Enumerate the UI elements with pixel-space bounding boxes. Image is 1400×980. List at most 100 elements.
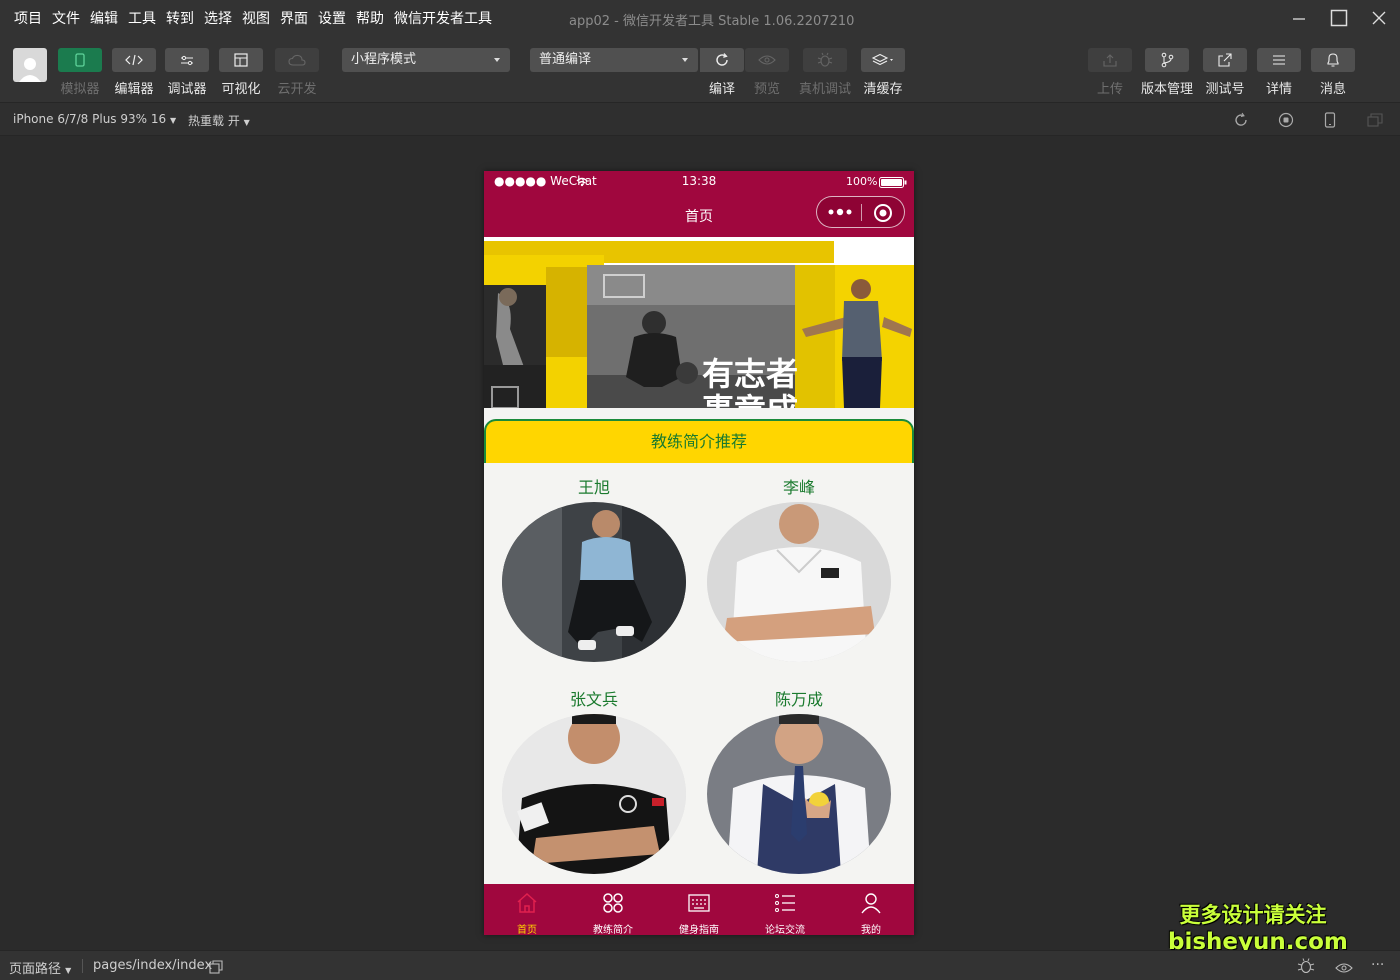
layers-icon [871,53,893,66]
code-icon [125,54,143,66]
tab-fitness-guide[interactable]: 健身指南 [656,884,742,935]
sliders-icon [181,55,193,66]
test-account-action[interactable]: 测试号 [1203,48,1247,100]
mode-select[interactable]: 小程序模式 [342,48,510,72]
coach-photo-graphic [502,502,686,662]
tab-label: 健身指南 [679,925,719,935]
hot-reload-select[interactable]: 热重载 开 ▼ [188,112,250,129]
preview-button[interactable] [745,48,789,72]
device-select[interactable]: iPhone 6/7/8 Plus 93% 16 ▼ [13,112,176,126]
debugger-button[interactable] [165,48,209,72]
simulator-button[interactable] [58,48,102,72]
grid-icon [603,893,623,913]
record-icon [1278,112,1294,128]
simulator-subbar: iPhone 6/7/8 Plus 93% 16 ▼ 热重载 开 ▼ [0,102,1400,136]
real-debug-button[interactable] [803,48,847,72]
capsule-menu [816,196,905,228]
branch-icon [1161,52,1174,68]
coach-name: 张文兵 [569,690,618,709]
clear-cache-button[interactable] [861,48,905,72]
menu-file[interactable]: 文件 [52,8,80,28]
coach-card[interactable]: 张文兵 [502,688,686,874]
menu-project[interactable]: 项目 [14,8,42,28]
close-button[interactable] [1362,4,1396,32]
menu-bar: 项目 文件 编辑 工具 转到 选择 视图 界面 设置 帮助 微信开发者工具 [0,8,502,28]
menu-goto[interactable]: 转到 [166,8,194,28]
mode-select-value: 小程序模式 [351,52,417,67]
coach-photo[interactable] [502,714,686,874]
visual-button[interactable] [219,48,263,72]
chevron-down-icon [494,58,500,62]
detach-window-button[interactable] [1366,111,1384,129]
page-path-select[interactable]: 页面路径 ▼ [9,958,71,977]
upload-action[interactable]: 上传 [1088,48,1132,100]
menu-settings[interactable]: 设置 [318,8,346,28]
version-button[interactable] [1145,48,1189,72]
rotate-icon [1235,112,1247,126]
compile-select[interactable]: 普通编译 [530,48,698,72]
minimize-button[interactable] [1282,4,1316,32]
details-action[interactable]: 详情 [1257,48,1301,100]
details-button[interactable] [1257,48,1301,72]
user-avatar[interactable] [13,48,47,82]
menu-edit[interactable]: 编辑 [90,8,118,28]
banner-image[interactable]: 有志者 事竟成 [484,237,914,408]
banner-slogan-1: 有志者 [702,355,798,393]
more-icon[interactable] [827,207,853,217]
menu-select[interactable]: 选择 [204,8,232,28]
debug-button[interactable] [1297,957,1315,979]
coach-photo[interactable] [502,502,686,662]
test-account-button[interactable] [1203,48,1247,72]
close-target-icon[interactable] [873,203,893,223]
cloud-button[interactable] [275,48,319,72]
preview-action[interactable]: 预览 [745,48,789,100]
hot-reload-value: 热重载 开 [188,114,240,128]
maximize-button[interactable] [1322,4,1356,32]
window-title: app02 - 微信开发者工具 Stable 1.06.2207210 [569,14,855,29]
tab-label: 我的 [861,925,881,935]
phone-nav-bar: 首页 [484,193,914,237]
clear-cache-action[interactable]: 清缓存 [861,48,905,100]
preview-toggle[interactable] [1335,959,1353,978]
compile-button[interactable] [700,48,744,72]
messages-action[interactable]: 消息 [1311,48,1355,100]
menu-interface[interactable]: 界面 [280,8,308,28]
more-icon[interactable]: ··· [1371,957,1384,973]
device-button[interactable] [1321,111,1339,129]
stop-button[interactable] [1277,111,1295,129]
coach-card[interactable]: 陈万成 [707,688,891,874]
editor-toggle[interactable]: 编辑器 [112,48,156,100]
coach-photo[interactable] [707,714,891,874]
coach-photo[interactable] [707,502,891,662]
capsule-divider [861,204,862,221]
upload-button[interactable] [1088,48,1132,72]
toolbar: 模拟器 编辑器 调试器 可视化 云开发 小程序模式 普通编译 编译 预览 真机调… [0,36,1400,102]
menu-view[interactable]: 视图 [242,8,270,28]
menu-help[interactable]: 帮助 [356,8,384,28]
messages-label: 消息 [1319,82,1346,97]
tab-home[interactable]: 首页 [484,884,570,935]
tab-mine[interactable]: 我的 [828,884,914,935]
tab-coach-intro[interactable]: 教练简介 [570,884,656,935]
visual-toggle[interactable]: 可视化 [219,48,263,100]
editor-button[interactable] [112,48,156,72]
rotate-button[interactable] [1232,111,1250,129]
messages-button[interactable] [1311,48,1355,72]
debugger-toggle[interactable]: 调试器 [165,48,209,100]
close-icon [1372,11,1386,25]
tab-label: 首页 [517,925,537,935]
coach-card[interactable]: 王旭 [502,476,686,662]
real-debug-action[interactable]: 真机调试 [799,48,851,100]
tab-forum[interactable]: 论坛交流 [742,884,828,935]
cloud-toggle[interactable]: 云开发 [275,48,319,100]
compile-select-value: 普通编译 [539,52,592,67]
external-link-icon [1218,53,1232,67]
simulator-toggle[interactable]: 模拟器 [58,48,102,100]
coach-card[interactable]: 李峰 [707,476,891,662]
menu-tools[interactable]: 工具 [128,8,156,28]
copy-button[interactable] [209,959,223,978]
version-action[interactable]: 版本管理 [1141,48,1193,100]
chevron-down-icon [682,58,688,62]
upload-icon [1103,54,1117,67]
menu-devtools[interactable]: 微信开发者工具 [394,8,492,28]
